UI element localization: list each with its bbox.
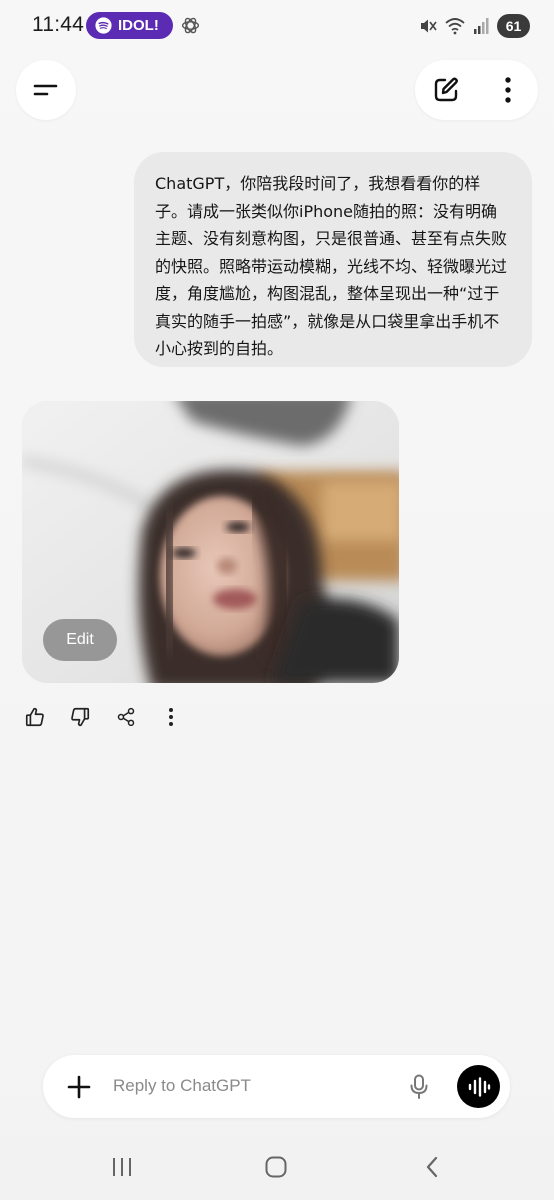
edit-pencil-icon: [434, 77, 458, 102]
user-message-line: 度，角度尴尬，构图混乱，整体呈现出一种“过于: [155, 284, 500, 303]
like-button[interactable]: [22, 704, 48, 730]
menu-lines-icon: [33, 84, 58, 96]
voice-waveform-icon: [468, 1076, 490, 1097]
chat-screen: 11:44 IDOL! 61 ChatGPT，你陪我段时间了，我想看看你的样 子…: [0, 0, 554, 1200]
generated-image[interactable]: Edit: [22, 401, 399, 683]
response-more-button[interactable]: [158, 704, 184, 730]
plus-icon: [67, 1075, 91, 1099]
mute-icon: [421, 19, 437, 33]
system-navigation-bar: [0, 1137, 554, 1200]
dictate-button[interactable]: [405, 1072, 433, 1102]
user-message-line: 子。请成一张类似你iPhone随拍的照：没有明确: [155, 201, 498, 221]
message-composer: [43, 1055, 510, 1118]
header-actions: [415, 60, 538, 120]
more-vertical-icon: [505, 77, 511, 103]
chatgpt-status-icon: [181, 17, 200, 34]
spotify-track-label: IDOL!: [118, 17, 159, 34]
more-options-button[interactable]: [493, 73, 523, 107]
thumbs-up-icon: [25, 707, 44, 727]
battery-indicator: 61: [497, 14, 530, 38]
signal-icon: [474, 18, 489, 34]
user-message-line: 主题、没有刻意构图，只是很普通、甚至有点失败: [155, 229, 508, 248]
home-button[interactable]: [256, 1151, 296, 1183]
voice-mode-button[interactable]: [457, 1065, 500, 1108]
user-message-line: 的快照。照略带运动模糊，光线不均、轻微曝光过: [155, 256, 508, 276]
spotify-now-playing[interactable]: IDOL!: [86, 12, 173, 39]
edit-image-button[interactable]: Edit: [43, 619, 117, 661]
sidebar-menu-button[interactable]: [16, 60, 76, 120]
share-icon: [117, 707, 135, 727]
status-icons: 61: [419, 13, 530, 39]
dislike-button[interactable]: [67, 704, 93, 730]
user-message-bubble: ChatGPT，你陪我段时间了，我想看看你的样 子。请成一张类似你iPhone随…: [134, 152, 532, 367]
wifi-icon: [445, 18, 465, 35]
recent-apps-button[interactable]: [102, 1151, 142, 1183]
user-message-line: 小心按到的自拍。: [155, 339, 284, 358]
attach-button[interactable]: [65, 1073, 93, 1101]
microphone-icon: [410, 1074, 428, 1099]
new-chat-button[interactable]: [431, 75, 461, 105]
status-time: 11:44: [32, 13, 84, 36]
back-button[interactable]: [412, 1151, 452, 1183]
thumbs-down-icon: [71, 707, 90, 727]
user-message-line: 真实的随手一拍感”，就像是从口袋里拿出手机不: [155, 311, 500, 331]
reply-input[interactable]: [113, 1072, 383, 1100]
back-icon: [426, 1156, 438, 1178]
spotify-icon: [95, 17, 112, 34]
share-button[interactable]: [113, 704, 139, 730]
recent-apps-icon: [113, 1158, 131, 1176]
home-icon: [265, 1156, 287, 1178]
more-vertical-icon: [169, 708, 173, 726]
user-message-line: ChatGPT，你陪我段时间了，我想看看你的样: [155, 174, 481, 193]
status-bar: 11:44 IDOL! 61: [0, 0, 554, 52]
